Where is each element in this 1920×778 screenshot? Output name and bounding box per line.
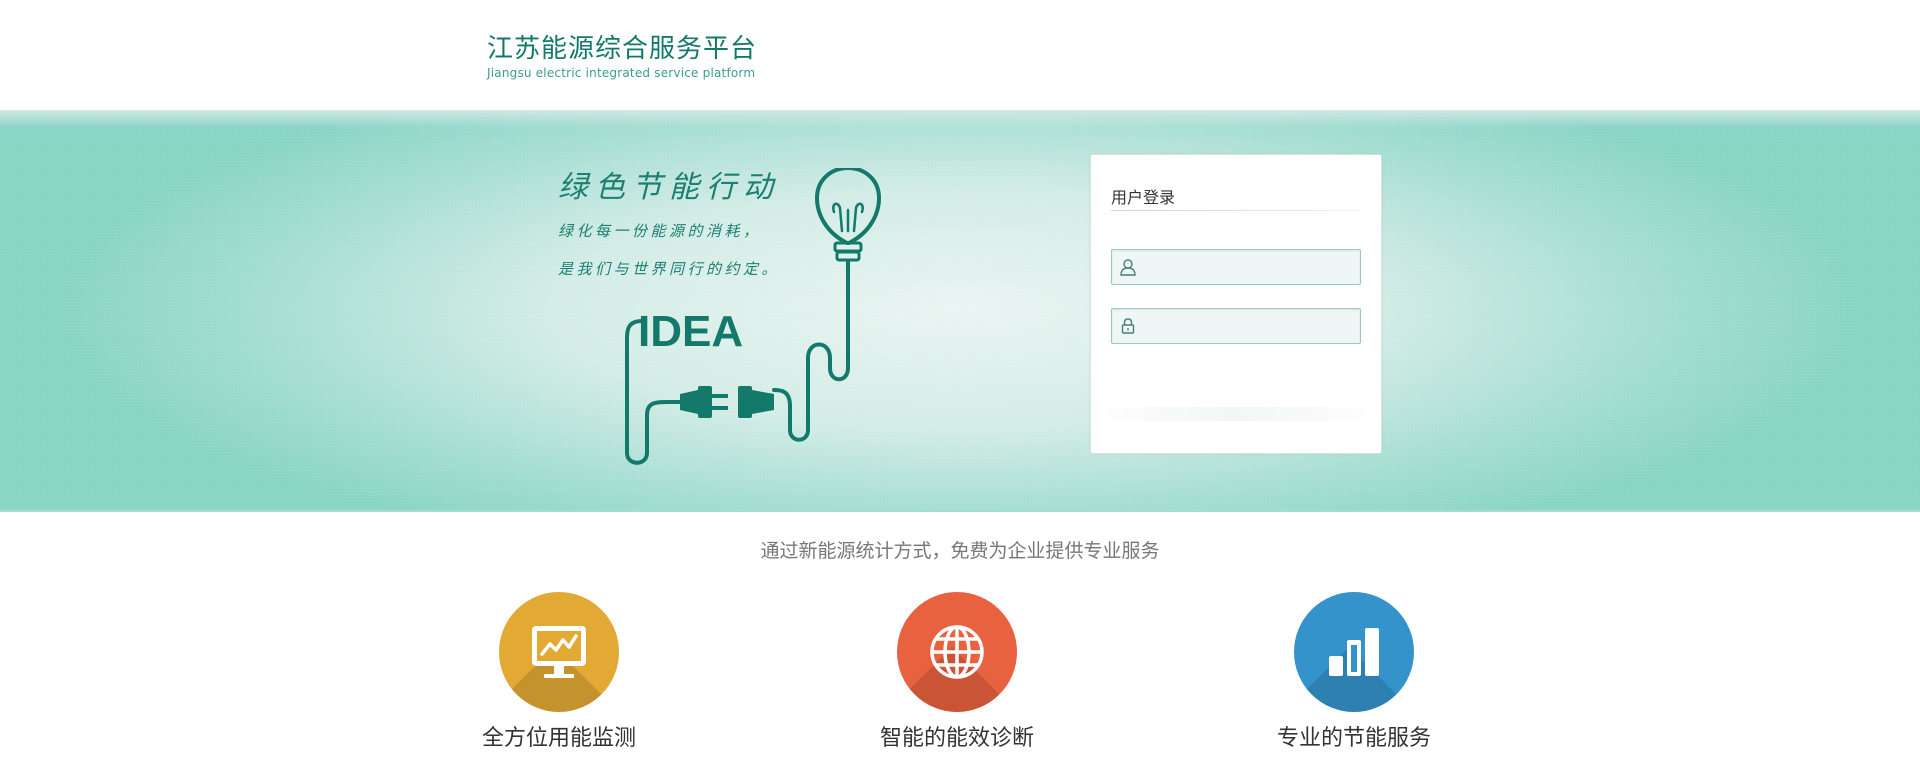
hero-banner: 绿色节能行动 绿化每一份能源的消耗， 是我们与世界同行的约定。 IDEA 用户登… — [0, 110, 1920, 512]
user-icon — [1120, 259, 1136, 276]
feature-label: 全方位用能监测 — [481, 726, 636, 751]
idea-illustration: IDEA — [625, 168, 881, 465]
password-input[interactable] — [1144, 309, 1358, 345]
lock-icon — [1121, 318, 1135, 334]
plug-icon — [680, 386, 774, 418]
feature-label: 专业的节能服务 — [1276, 726, 1431, 751]
site-header: 江苏能源综合服务平台 Jiangsu electric integrated s… — [0, 0, 1920, 110]
divider — [1111, 210, 1361, 211]
login-panel: 用户登录 — [1090, 154, 1382, 454]
feature-energy-monitoring[interactable]: 全方位用能监测 — [439, 592, 679, 752]
feature-circle — [1294, 592, 1414, 712]
username-field[interactable] — [1111, 249, 1361, 286]
login-button[interactable] — [1107, 407, 1365, 421]
feature-circle — [499, 592, 619, 712]
globe-icon — [930, 625, 984, 679]
login-title: 用户登录 — [1111, 188, 1176, 207]
site-title: 江苏能源综合服务平台 — [487, 34, 758, 64]
service-tagline: 通过新能源统计方式，免费为企业提供专业服务 — [760, 540, 1160, 562]
bar-chart-icon — [1329, 628, 1379, 676]
site-subtitle: Jiangsu electric integrated service plat… — [487, 66, 756, 80]
feature-efficiency-diagnosis[interactable]: 智能的能效诊断 — [837, 592, 1077, 752]
feature-label: 智能的能效诊断 — [879, 726, 1034, 751]
username-input[interactable] — [1144, 250, 1358, 286]
monitor-chart-icon — [532, 626, 586, 678]
feature-energy-saving-service[interactable]: 专业的节能服务 — [1234, 592, 1474, 752]
idea-text: IDEA — [638, 307, 743, 356]
brand-logo[interactable]: 江苏能源综合服务平台 Jiangsu electric integrated s… — [487, 34, 757, 80]
password-field[interactable] — [1111, 308, 1361, 345]
feature-circle — [897, 592, 1017, 712]
